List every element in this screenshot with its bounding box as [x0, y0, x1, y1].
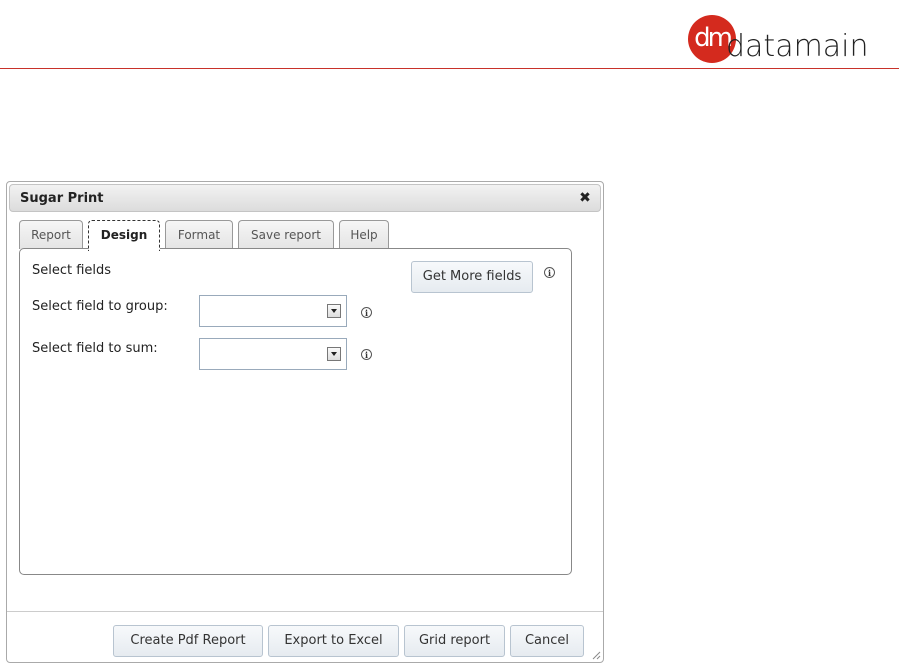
resize-grip-icon[interactable] — [591, 650, 601, 660]
create-pdf-report-button[interactable]: Create Pdf Report — [113, 625, 263, 657]
tab-format[interactable]: Format — [165, 220, 233, 249]
dialog-title: Sugar Print — [20, 191, 104, 206]
get-more-fields-info-icon[interactable]: i — [544, 267, 555, 278]
group-field-select[interactable] — [199, 295, 347, 327]
group-field-label: Select field to group: — [32, 299, 168, 314]
header-divider — [0, 68, 899, 69]
logo-wordmark: datamain — [726, 29, 869, 64]
footer-divider — [7, 611, 603, 612]
close-icon[interactable]: ✖ — [576, 188, 594, 206]
datamain-logo: dm datamain — [686, 13, 886, 65]
select-fields-label: Select fields — [32, 263, 112, 278]
tab-save-report[interactable]: Save report — [238, 220, 334, 249]
group-field-info-icon[interactable]: i — [361, 307, 372, 318]
export-to-excel-button[interactable]: Export to Excel — [268, 625, 399, 657]
grid-report-button[interactable]: Grid report — [404, 625, 505, 657]
sum-field-select[interactable] — [199, 338, 347, 370]
chevron-down-icon[interactable] — [327, 304, 341, 318]
design-panel: Select fields Get More fields i Select f… — [19, 248, 572, 575]
dialog-titlebar[interactable]: Sugar Print ✖ — [9, 184, 601, 212]
sum-field-info-icon[interactable]: i — [361, 349, 372, 360]
get-more-fields-button[interactable]: Get More fields — [411, 261, 533, 293]
tab-help[interactable]: Help — [339, 220, 389, 249]
sugar-print-dialog: Sugar Print ✖ Report Design Format Save … — [6, 181, 604, 663]
chevron-down-icon[interactable] — [327, 347, 341, 361]
tab-report[interactable]: Report — [19, 220, 83, 249]
sum-field-label: Select field to sum: — [32, 341, 158, 356]
cancel-button[interactable]: Cancel — [510, 625, 584, 657]
tab-design[interactable]: Design — [88, 220, 160, 251]
